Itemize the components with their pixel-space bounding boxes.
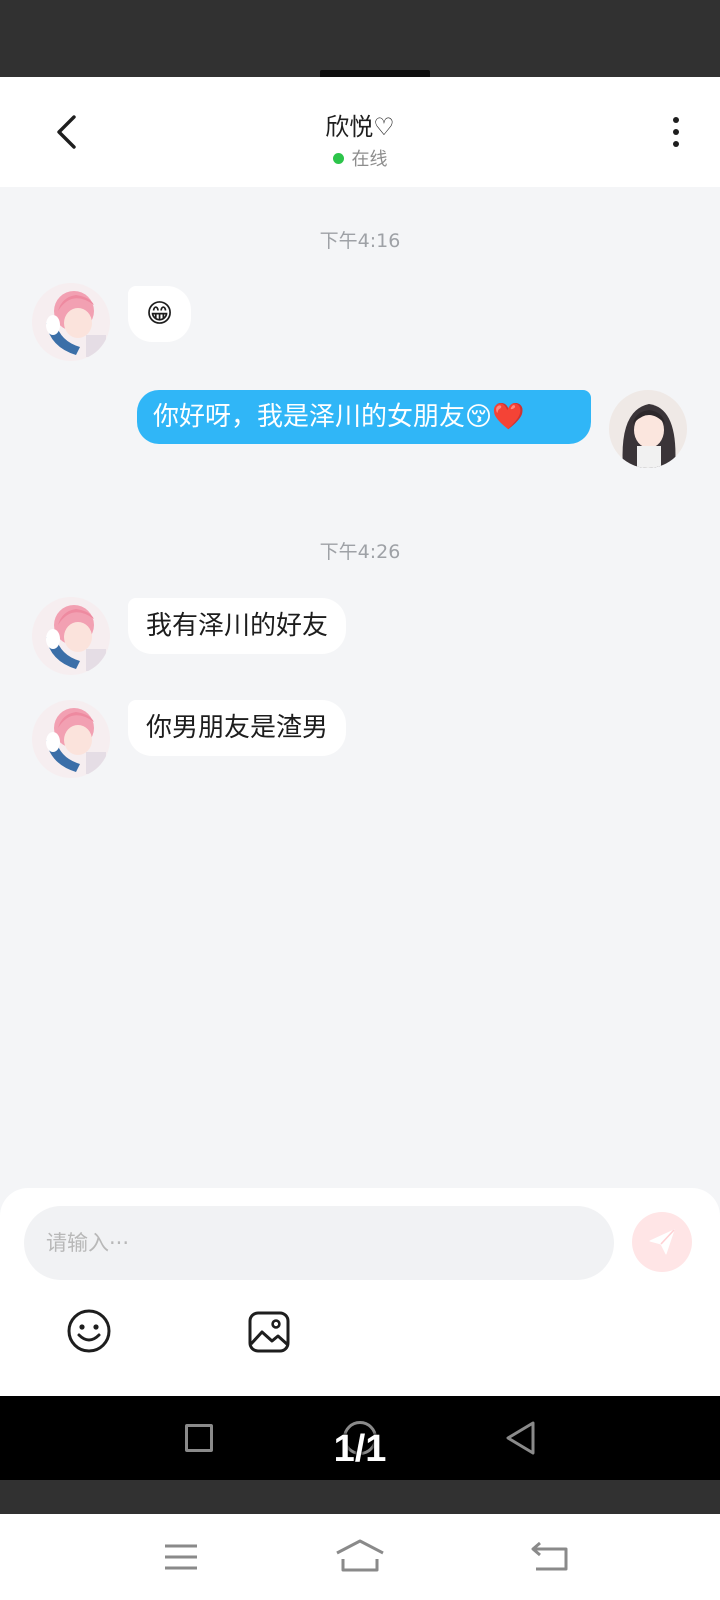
image-icon — [248, 1311, 290, 1353]
more-options-button[interactable] — [656, 105, 696, 159]
image-button[interactable] — [247, 1310, 291, 1358]
send-button[interactable] — [632, 1212, 692, 1272]
hamburger-icon[interactable] — [163, 1542, 199, 1572]
online-dot-icon — [332, 152, 344, 164]
paper-plane-icon — [649, 1229, 675, 1255]
message-bubble-incoming[interactable]: 你男朋友是渣男 — [128, 700, 347, 756]
system-navigation-bar: 1/1 — [0, 1396, 720, 1480]
chat-header: 欣悦♡ 在线 — [0, 77, 720, 187]
message-input[interactable] — [24, 1206, 614, 1280]
emoji-button[interactable] — [66, 1308, 112, 1358]
home-icon[interactable] — [334, 1538, 386, 1574]
avatar-pink-hair-image — [32, 700, 110, 778]
composer-panel — [0, 1188, 720, 1396]
message-bubble-outgoing[interactable]: 你好呀，我是泽川的女朋友😚❤️ — [137, 390, 591, 444]
message-bubble-incoming[interactable]: 我有泽川的好友 — [128, 598, 347, 654]
contact-avatar[interactable] — [32, 283, 110, 361]
timestamp: 下午4:26 — [319, 541, 401, 563]
page-indicator: 1/1 — [333, 1428, 387, 1470]
online-status: 在线 — [0, 145, 720, 171]
avatar-dark-hair-image — [609, 390, 687, 468]
online-status-label: 在线 — [351, 149, 388, 170]
smiley-icon — [67, 1309, 111, 1353]
message-bubble-incoming[interactable]: 😁 — [128, 286, 192, 342]
more-vertical-icon — [673, 117, 679, 123]
timestamp: 下午4:16 — [319, 230, 401, 252]
contact-name[interactable]: 欣悦♡ — [0, 107, 720, 142]
status-bar-sliver — [320, 70, 430, 77]
contact-avatar[interactable] — [32, 700, 110, 778]
avatar-pink-hair-image — [32, 283, 110, 361]
return-icon[interactable] — [530, 1540, 570, 1572]
status-bar-area — [0, 0, 720, 77]
user-avatar[interactable] — [609, 390, 687, 468]
viewer-divider — [0, 1480, 720, 1514]
contact-avatar[interactable] — [32, 597, 110, 675]
viewer-bottom-bar — [0, 1514, 720, 1600]
avatar-pink-hair-image — [32, 597, 110, 675]
